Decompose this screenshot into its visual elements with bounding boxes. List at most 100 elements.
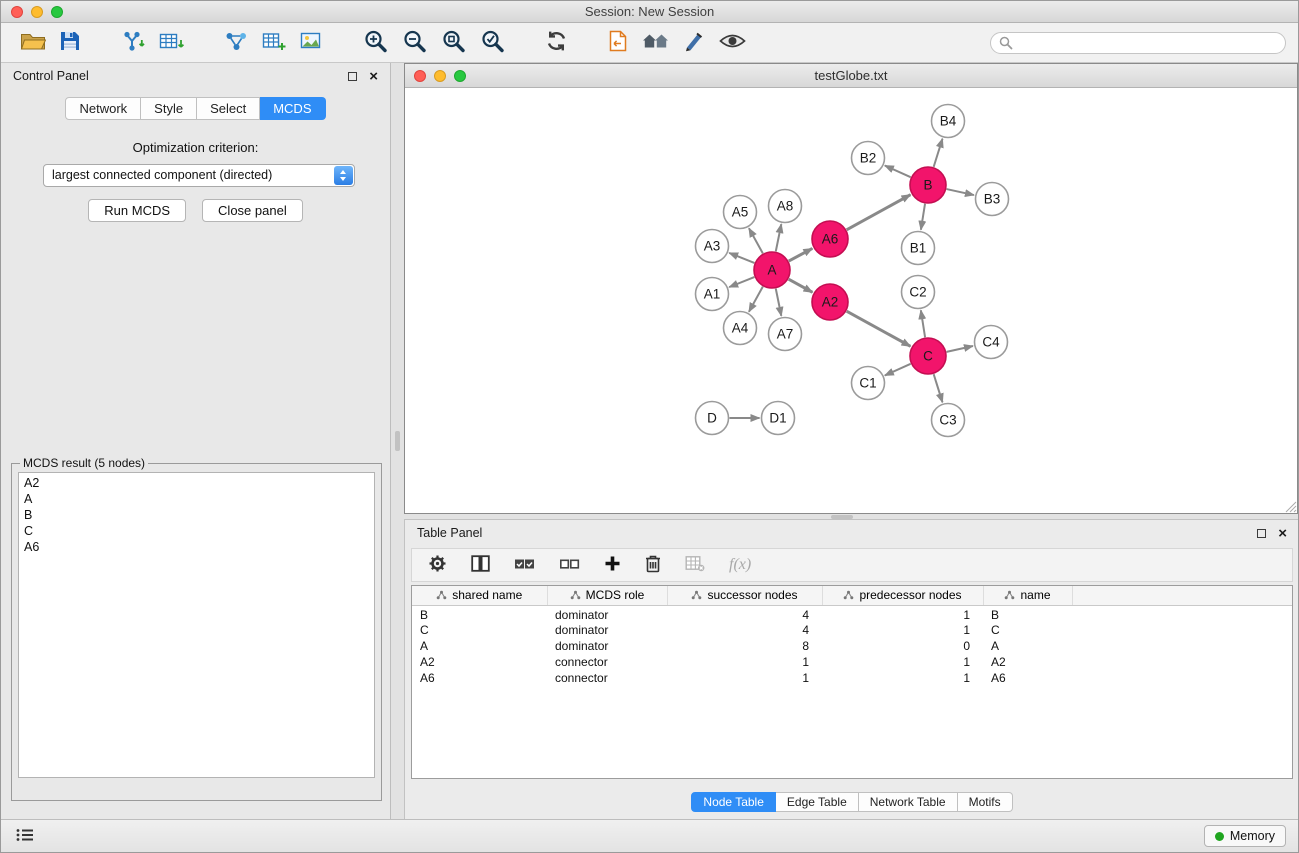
show-columns-button[interactable] (471, 555, 490, 575)
graph-node-A4[interactable]: A4 (724, 312, 757, 345)
graph-edge-A-A8[interactable] (776, 224, 782, 251)
refresh-view-button[interactable] (542, 28, 571, 57)
import-table-from-file-button[interactable] (156, 29, 188, 57)
mcds-result-item[interactable]: B (24, 507, 369, 523)
column-header-name[interactable]: name (983, 586, 1072, 605)
float-panel-icon[interactable] (348, 72, 357, 81)
graph-edge-A6-B[interactable] (847, 195, 911, 230)
graph-node-C2[interactable]: C2 (902, 276, 935, 309)
graph-edge-C-C1[interactable] (885, 364, 911, 376)
graph-node-A3[interactable]: A3 (696, 230, 729, 263)
zoom-selected-button[interactable] (438, 27, 469, 58)
run-mcds-button[interactable]: Run MCDS (88, 199, 186, 222)
export-image-button[interactable] (297, 29, 326, 57)
combo-stepper-icon[interactable] (334, 166, 353, 185)
graph-node-C4[interactable]: C4 (975, 326, 1008, 359)
select-all-columns-button[interactable] (514, 556, 535, 575)
close-window-button[interactable] (11, 6, 23, 18)
graph-edge-B-B2[interactable] (885, 166, 911, 178)
column-header-successor-nodes[interactable]: successor nodes (667, 586, 822, 605)
import-network-from-file-button[interactable] (117, 29, 148, 57)
column-header-mcds-role[interactable]: MCDS role (547, 586, 667, 605)
graph-edge-A-A3[interactable] (729, 253, 754, 263)
graph-node-A6[interactable]: A6 (812, 221, 848, 257)
style-brush-button[interactable] (680, 29, 708, 57)
graph-node-A5[interactable]: A5 (724, 196, 757, 229)
show-hide-graphics-button[interactable] (716, 30, 749, 55)
mcds-result-item[interactable]: C (24, 523, 369, 539)
control-panel-tab-network[interactable]: Network (65, 97, 141, 120)
table-tab-edge-table[interactable]: Edge Table (776, 792, 859, 812)
graph-node-B[interactable]: B (910, 167, 946, 203)
graph-edge-C-C2[interactable] (921, 310, 925, 337)
mcds-result-item[interactable]: A2 (24, 475, 369, 491)
search-input[interactable] (990, 32, 1286, 54)
table-row[interactable]: Cdominator41C (412, 622, 1292, 638)
graph-edge-A-A1[interactable] (729, 277, 754, 287)
table-tab-network-table[interactable]: Network Table (859, 792, 958, 812)
open-session-button[interactable] (17, 29, 49, 57)
table-row[interactable]: A2connector11A2 (412, 654, 1292, 670)
graph-node-A1[interactable]: A1 (696, 278, 729, 311)
graph-node-A2[interactable]: A2 (812, 284, 848, 320)
graph-node-C[interactable]: C (910, 338, 946, 374)
mcds-result-list[interactable]: A2ABCA6 (18, 472, 375, 778)
memory-button[interactable]: Memory (1204, 825, 1286, 847)
graph-edge-B-B4[interactable] (934, 139, 943, 167)
graph-node-B3[interactable]: B3 (976, 183, 1009, 216)
graph-node-A7[interactable]: A7 (769, 318, 802, 351)
graph-node-A[interactable]: A (754, 252, 790, 288)
mcds-result-item[interactable]: A (24, 491, 369, 507)
graph-node-B1[interactable]: B1 (902, 232, 935, 265)
zoom-out-button[interactable] (399, 27, 430, 58)
table-tab-node-table[interactable]: Node Table (691, 792, 776, 812)
zoom-window-button[interactable] (51, 6, 63, 18)
unselect-all-columns-button[interactable] (559, 556, 580, 575)
graph-node-C3[interactable]: C3 (932, 404, 965, 437)
optimization-criterion-select[interactable]: largest connected component (directed) (43, 164, 355, 187)
graph-edge-A2-C[interactable] (847, 311, 911, 346)
network-tools-button[interactable] (222, 29, 251, 57)
control-panel-tab-select[interactable]: Select (197, 97, 260, 120)
graph-edge-C-C4[interactable] (947, 346, 973, 352)
save-session-button[interactable] (57, 29, 83, 56)
minimize-window-button[interactable] (31, 6, 43, 18)
close-table-panel-icon[interactable]: × (1278, 526, 1287, 541)
float-table-panel-icon[interactable] (1257, 529, 1266, 538)
graph-edge-B-B3[interactable] (947, 189, 974, 195)
graph-node-C1[interactable]: C1 (852, 367, 885, 400)
graph-edge-A-A5[interactable] (749, 228, 763, 253)
graph-node-A8[interactable]: A8 (769, 190, 802, 223)
graph-node-B4[interactable]: B4 (932, 105, 965, 138)
network-canvas[interactable]: B4 B2 B B3 A5 A8 A6 A3 B1 A C2 A1 A2 A4 A7 C4 C C1 C3 D D1 (405, 88, 1297, 513)
delete-column-button[interactable] (645, 554, 661, 576)
mcds-result-item[interactable]: A6 (24, 539, 369, 555)
graph-edge-A-A2[interactable] (789, 279, 813, 292)
graph-node-B2[interactable]: B2 (852, 142, 885, 175)
table-tools-button[interactable] (259, 29, 289, 57)
column-header-shared-name[interactable]: shared name (412, 586, 547, 605)
graph-edge-A-A4[interactable] (749, 287, 763, 312)
table-row[interactable]: A6connector11A6 (412, 670, 1292, 686)
close-panel-button[interactable]: Close panel (202, 199, 303, 222)
graph-node-D[interactable]: D (696, 402, 729, 435)
graph-edge-C-C3[interactable] (934, 374, 943, 402)
network-zoom-button[interactable] (454, 70, 466, 82)
function-builder-button[interactable]: f(x) (729, 556, 751, 574)
graph-edge-A-A7[interactable] (776, 289, 782, 316)
network-close-button[interactable] (414, 70, 426, 82)
graph-edge-A-A6[interactable] (789, 248, 813, 261)
table-tab-motifs[interactable]: Motifs (958, 792, 1013, 812)
network-minimize-button[interactable] (434, 70, 446, 82)
graph-node-D1[interactable]: D1 (762, 402, 795, 435)
resize-corner-icon[interactable] (1284, 500, 1297, 513)
table-settings-button[interactable] (428, 554, 447, 576)
control-panel-tab-mcds[interactable]: MCDS (260, 97, 325, 120)
delete-table-button[interactable] (685, 555, 705, 575)
table-row[interactable]: Adominator80A (412, 638, 1292, 654)
close-panel-icon[interactable]: × (369, 69, 378, 84)
column-header-predecessor-nodes[interactable]: predecessor nodes (822, 586, 983, 605)
report-button[interactable] (605, 28, 631, 57)
task-history-button[interactable] (13, 825, 37, 848)
control-panel-tab-style[interactable]: Style (141, 97, 197, 120)
